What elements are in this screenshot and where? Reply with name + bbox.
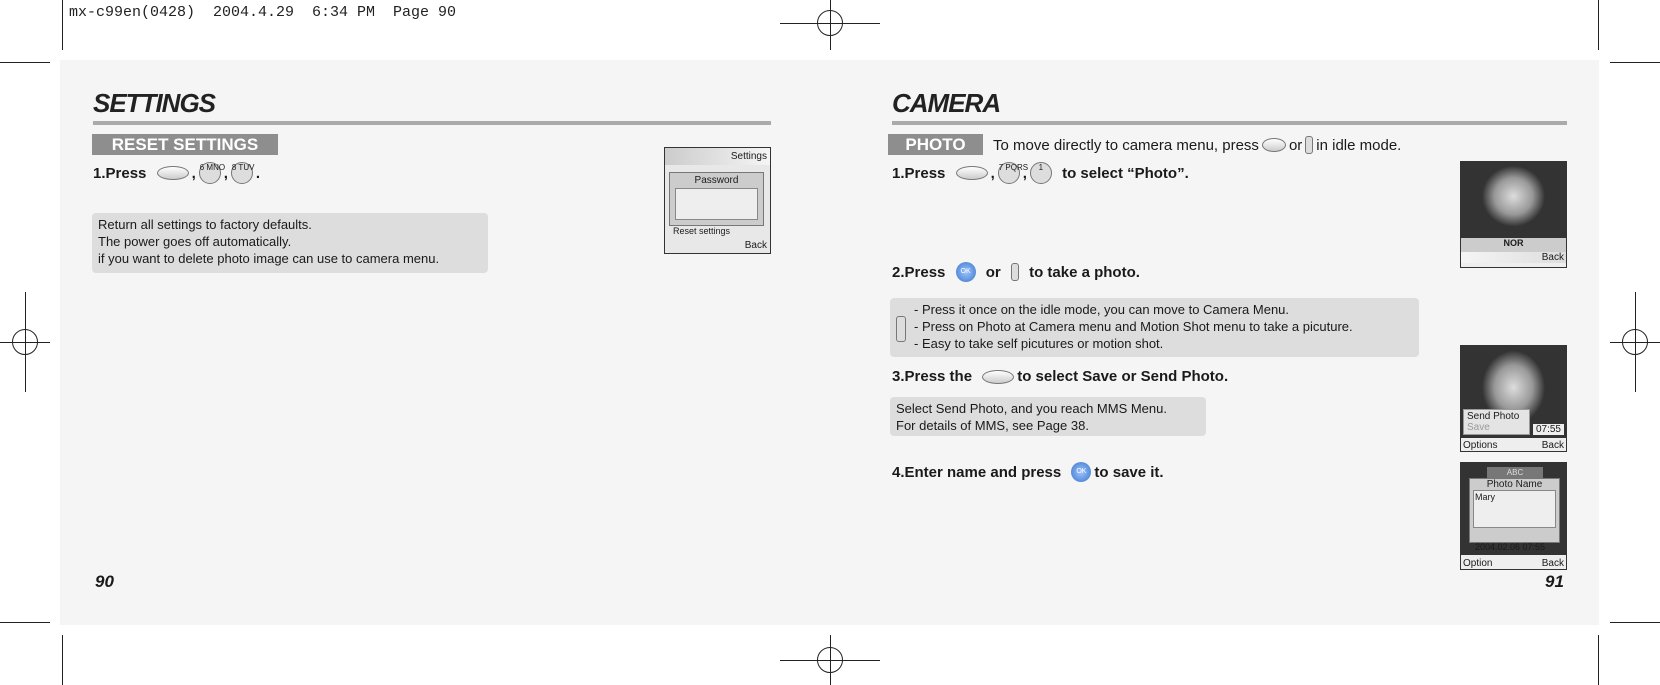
clock: 07:55	[1532, 424, 1564, 435]
note-line: For details of MMS, see Page 38.	[896, 418, 1089, 433]
step-text: to select Save or Send Photo.	[1017, 368, 1229, 385]
key-1-icon: 1	[1029, 162, 1052, 184]
step-text: to select “Photo”.	[1062, 164, 1189, 182]
step-text: 3.Press the	[892, 368, 973, 385]
intro-part: To move directly to camera menu, press	[993, 136, 1259, 154]
step-text: 4.Enter name and press	[892, 463, 1062, 481]
crop-mark	[1598, 635, 1599, 685]
registration-mark	[25, 292, 26, 392]
step-text: 1.Press	[93, 164, 147, 182]
info-box: - Press it once on the idle mode, you ca…	[890, 298, 1419, 357]
photo-name-dialog: Photo Name Mary	[1469, 478, 1560, 543]
step-text: to save it.	[1094, 463, 1164, 481]
title-rule	[93, 121, 771, 125]
note-line: - Press it once on the idle mode, you ca…	[914, 302, 1290, 317]
title-rule	[892, 121, 1567, 125]
options-softkey: Options	[1463, 440, 1498, 451]
separator: .	[255, 164, 261, 182]
ok-key-icon: OK	[955, 262, 976, 282]
back-softkey: Back	[1541, 558, 1564, 569]
page-number-left: 90	[95, 572, 114, 591]
ok-key-icon: OK	[1071, 462, 1092, 482]
softkeys: Options Back	[1461, 440, 1566, 451]
phone-screen-camera: NOR Back	[1460, 161, 1567, 268]
crop-mark	[0, 622, 50, 623]
step-text: to take a photo.	[1029, 263, 1140, 281]
note-line: - Press on Photo at Camera menu and Moti…	[914, 319, 1353, 334]
crop-mark	[1610, 62, 1660, 63]
menu-key-icon	[1261, 138, 1286, 152]
intro-part: in idle mode.	[1316, 136, 1402, 154]
menu-item-save: Save	[1467, 422, 1490, 433]
note-line: Select Send Photo, and you reach MMS Men…	[896, 401, 1167, 416]
step-1: 1.Press , 6 MNO, 8 TUV .	[93, 162, 260, 184]
side-camera-key-icon	[1010, 263, 1019, 281]
timestamp: 2004.02.06 07:55	[1475, 542, 1546, 552]
camera-toolbar: NOR	[1461, 238, 1566, 252]
password-dialog: Password	[669, 172, 764, 226]
crop-mark	[1598, 0, 1599, 50]
key-8-icon: 8 TUV	[230, 162, 254, 184]
step-text: 1.Press	[892, 164, 946, 182]
input-mode-indicator: ABC	[1487, 467, 1543, 478]
separator: ,	[191, 164, 196, 182]
key-7-icon: 7 PQRS	[997, 162, 1028, 184]
note-line: Return all settings to factory defaults.	[98, 217, 312, 232]
phone-screen-options: Send Photo Save 07:55 Options Back	[1460, 345, 1567, 452]
print-header: mx-c99en(0428) 2004.4.29 6:34 PM Page 90	[69, 4, 457, 21]
crop-mark	[62, 635, 63, 685]
input-value: Mary	[1475, 492, 1495, 502]
info-box: Select Send Photo, and you reach MMS Men…	[890, 397, 1206, 436]
section-badge: PHOTO	[888, 134, 983, 155]
registration-mark	[830, 635, 831, 685]
back-softkey: Back	[1461, 252, 1566, 263]
section-badge: RESET SETTINGS	[92, 134, 278, 155]
step-2: 2.Press OK or to take a photo.	[892, 262, 1140, 282]
side-camera-key-icon	[896, 316, 906, 342]
back-softkey: Back	[1541, 440, 1564, 451]
photo-name-input[interactable]: Mary	[1473, 490, 1556, 528]
phone-screen-photo-name: ABC Photo Name Mary 2004.02.06 07:55 Opt…	[1460, 462, 1567, 570]
crop-mark	[0, 62, 50, 63]
intro-text: To move directly to camera menu, press o…	[993, 136, 1401, 154]
menu-key-icon	[955, 166, 988, 180]
intro-part: or	[1288, 136, 1303, 154]
info-box: Return all settings to factory defaults.…	[92, 213, 488, 273]
side-camera-key-icon	[1305, 136, 1314, 154]
password-field	[675, 188, 758, 220]
softkeys: Option Back	[1461, 558, 1566, 569]
crop-mark	[62, 0, 63, 50]
step-1: 1.Press , 7 PQRS, 1 to select “Photo”.	[892, 162, 1189, 184]
back-softkey: Back	[744, 240, 767, 251]
registration-mark	[1635, 292, 1636, 392]
note-line: - Easy to take self picutures or motion …	[914, 336, 1164, 351]
step-text: 2.Press	[892, 263, 946, 281]
phone-screen-settings: Settings Password Reset settings Back	[664, 147, 771, 254]
options-menu: Send Photo Save	[1463, 409, 1530, 435]
dialog-title: Password	[694, 175, 739, 186]
key-6-icon: 6 MNO	[198, 162, 225, 184]
menu-item: Reset settings	[673, 226, 731, 236]
page-number-right: 91	[1545, 572, 1564, 591]
registration-mark	[830, 0, 831, 50]
page-title: SETTINGS	[93, 88, 216, 118]
option-softkey: Option	[1463, 558, 1493, 569]
crop-mark	[1610, 622, 1660, 623]
step-3: 3.Press the to select Save or Send Photo…	[892, 368, 1228, 385]
menu-item-send-photo: Send Photo	[1467, 411, 1520, 422]
step-text: or	[985, 263, 1001, 281]
step-4: 4.Enter name and press OK to save it.	[892, 462, 1164, 482]
mode-label: NOR	[1503, 238, 1524, 248]
dialog-title: Photo Name	[1486, 479, 1543, 490]
note-line: The power goes off automatically.	[98, 234, 292, 249]
note-line: if you want to delete photo image can us…	[98, 251, 440, 266]
page-title: CAMERA	[892, 88, 1001, 118]
separator: ,	[223, 164, 228, 182]
menu-key-icon	[156, 166, 189, 180]
screen-title: Settings	[665, 148, 770, 165]
menu-key-icon	[982, 369, 1015, 384]
photo-preview	[1461, 162, 1566, 238]
